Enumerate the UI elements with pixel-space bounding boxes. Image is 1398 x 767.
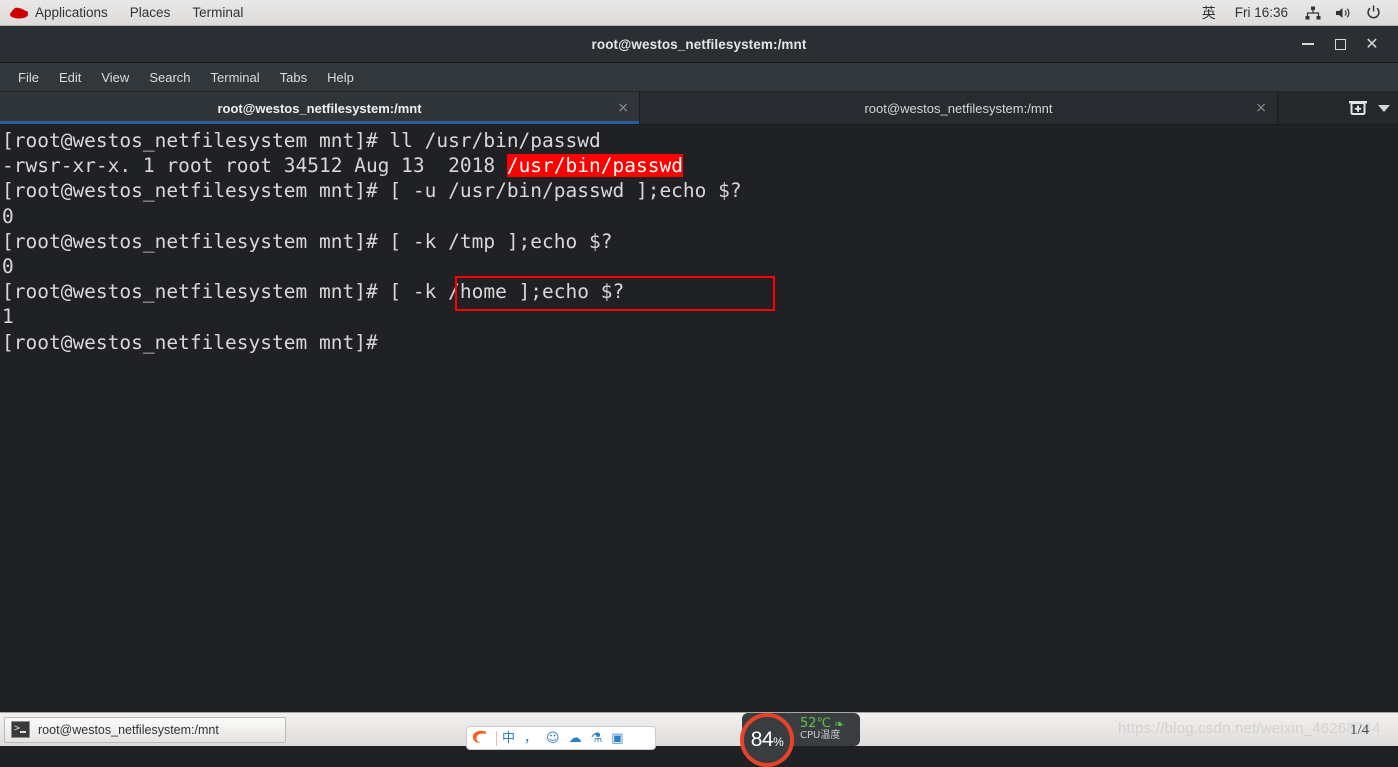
volume-icon[interactable] — [1328, 6, 1359, 20]
menu-view-label: View — [101, 69, 130, 85]
cloud-icon[interactable]: ☁ — [569, 732, 582, 745]
setuid-file-highlight: /usr/bin/passwd — [506, 154, 683, 178]
menu-tabs[interactable]: Tabs — [270, 67, 317, 88]
toolbox-icon[interactable]: ⚗ — [591, 732, 603, 745]
power-icon[interactable] — [1359, 5, 1388, 20]
panel-status-area: 英 Fri 16:36 — [1193, 0, 1398, 25]
menu-search[interactable]: Search — [139, 67, 200, 88]
window-title: root@westos_netfilesystem:/mnt — [591, 36, 807, 52]
terminal-text: [root@westos_netfilesystem mnt]# ll /usr… — [2, 129, 601, 152]
tab-bar: root@westos_netfilesystem:/mnt × root@we… — [0, 92, 1398, 125]
chevron-down-icon[interactable] — [1378, 104, 1390, 112]
tab-terminal-2-label: root@westos_netfilesystem:/mnt — [864, 100, 1053, 116]
places-menu-label: Places — [129, 5, 171, 20]
cpu-usage-number: 84 — [750, 728, 774, 751]
chinese-mode-icon[interactable]: 中 — [502, 732, 515, 745]
watermark-text: https://blog.csdn.net/weixin_46268244 — [1118, 720, 1381, 737]
terminal-line: 0 — [2, 204, 1398, 229]
leaf-icon: ❧ — [834, 716, 845, 731]
cpu-monitor-widget[interactable]: 84% 52℃ ❧ CPU温度 — [740, 713, 860, 767]
menu-help-label: Help — [327, 69, 354, 85]
tab-terminal-2-close-icon[interactable]: × — [1255, 101, 1267, 115]
cpu-usage-value: 84% — [751, 728, 784, 752]
terminal-line: [root@westos_netfilesystem mnt]# — [2, 330, 1398, 355]
cpu-usage-ring: 84% — [740, 713, 794, 767]
maximize-icon — [1334, 38, 1346, 50]
minimize-icon — [1302, 43, 1314, 45]
close-button[interactable]: ✕ — [1356, 29, 1388, 59]
tab-terminal-1-close-icon[interactable]: × — [617, 101, 629, 115]
close-icon: ✕ — [1365, 34, 1379, 53]
ime-divider — [496, 730, 497, 746]
terminal-line: 1 — [2, 304, 1398, 329]
window-controls: ✕ — [1292, 29, 1398, 59]
applications-menu[interactable]: Applications — [0, 0, 119, 25]
minimize-button[interactable] — [1292, 29, 1324, 59]
menu-search-label: Search — [149, 69, 191, 85]
redhat-logo-icon — [8, 5, 30, 21]
terminal-text: [root@westos_netfilesystem mnt]# — [2, 330, 378, 354]
terminal-text: 1 — [2, 305, 14, 329]
terminal-app-menu-label: Terminal — [192, 5, 244, 20]
menu-bar: File Edit View Search Terminal Tabs Help — [0, 63, 1398, 92]
maximize-button[interactable] — [1324, 29, 1356, 59]
menu-edit[interactable]: Edit — [49, 67, 91, 88]
ime-icon-group: 中 ， ☺ ☁ ⚗ ▣ — [500, 732, 624, 745]
menu-file[interactable]: File — [8, 67, 49, 88]
tab-terminal-1[interactable]: root@westos_netfilesystem:/mnt × — [0, 92, 640, 124]
cpu-usage-unit: % — [773, 735, 784, 749]
terminal-text: [root@westos_netfilesystem mnt]# [ -k /t… — [2, 229, 613, 253]
window-titlebar[interactable]: root@westos_netfilesystem:/mnt ✕ — [0, 26, 1398, 63]
applications-menu-label: Applications — [35, 5, 108, 20]
terminal-text: [root@westos_netfilesystem mnt]# [ -k /h… — [2, 280, 625, 304]
taskbar-window-button[interactable]: root@westos_netfilesystem:/mnt — [4, 716, 286, 743]
terminal-icon — [11, 721, 30, 738]
menu-file-label: File — [18, 69, 39, 85]
menu-edit-label: Edit — [58, 69, 82, 85]
terminal-line: [root@westos_netfilesystem mnt]# [ -k /h… — [2, 279, 1398, 304]
terminal-text: 0 — [2, 204, 14, 228]
terminal-line: -rwsr-xr-x. 1 root root 34512 Aug 13 201… — [2, 153, 1398, 178]
page-indicator: 1/4 — [1348, 722, 1372, 739]
terminal-output-area[interactable]: [root@westos_netfilesystem mnt]# ll /usr… — [0, 125, 1398, 715]
punctuation-icon[interactable]: ， — [524, 732, 537, 745]
terminal-line: [root@westos_netfilesystem mnt]# [ -u /u… — [2, 178, 1398, 203]
terminal-text: -rwsr-xr-x. 1 root root 34512 Aug 13 201… — [2, 154, 507, 178]
taskbar-window-label: root@westos_netfilesystem:/mnt — [38, 722, 219, 737]
tab-terminal-1-label: root@westos_netfilesystem:/mnt — [217, 100, 422, 116]
ime-toolbar[interactable]: 中 ， ☺ ☁ ⚗ ▣ — [466, 726, 656, 750]
cpu-temperature-label: CPU温度 — [800, 730, 841, 742]
panel-left-group: Applications Places Terminal — [0, 0, 254, 25]
input-method-indicator[interactable]: 英 — [1193, 3, 1225, 23]
terminal-line: [root@westos_netfilesystem mnt]# [ -k /t… — [2, 229, 1398, 254]
cpu-temperature-block: 52℃ ❧ CPU温度 — [800, 717, 844, 741]
network-icon[interactable] — [1298, 6, 1328, 20]
terminal-text: [root@westos_netfilesystem mnt]# [ -u /u… — [2, 179, 742, 203]
menu-tabs-label: Tabs — [279, 69, 308, 85]
keyboard-icon[interactable]: ▣ — [611, 732, 623, 745]
terminal-line: 0 — [2, 254, 1398, 279]
menu-terminal[interactable]: Terminal — [201, 67, 270, 88]
terminal-app-menu[interactable]: Terminal — [181, 0, 254, 25]
terminal-text: 0 — [2, 255, 14, 279]
emoji-icon[interactable]: ☺ — [546, 732, 560, 745]
places-menu[interactable]: Places — [119, 0, 182, 25]
clock[interactable]: Fri 16:36 — [1225, 5, 1298, 20]
terminal-line: [root@westos_netfilesystem mnt]# ll /usr… — [2, 128, 1398, 153]
gnome-top-panel: Applications Places Terminal 英 Fri 16:36 — [0, 0, 1398, 26]
tab-terminal-2[interactable]: root@westos_netfilesystem:/mnt × — [640, 92, 1278, 124]
tabbar-actions — [1340, 92, 1398, 124]
menu-help[interactable]: Help — [317, 67, 364, 88]
terminal-window: root@westos_netfilesystem:/mnt ✕ File Ed… — [0, 26, 1398, 715]
menu-view[interactable]: View — [91, 67, 139, 88]
menu-terminal-label: Terminal — [210, 69, 260, 85]
new-tab-icon[interactable] — [1348, 99, 1368, 117]
